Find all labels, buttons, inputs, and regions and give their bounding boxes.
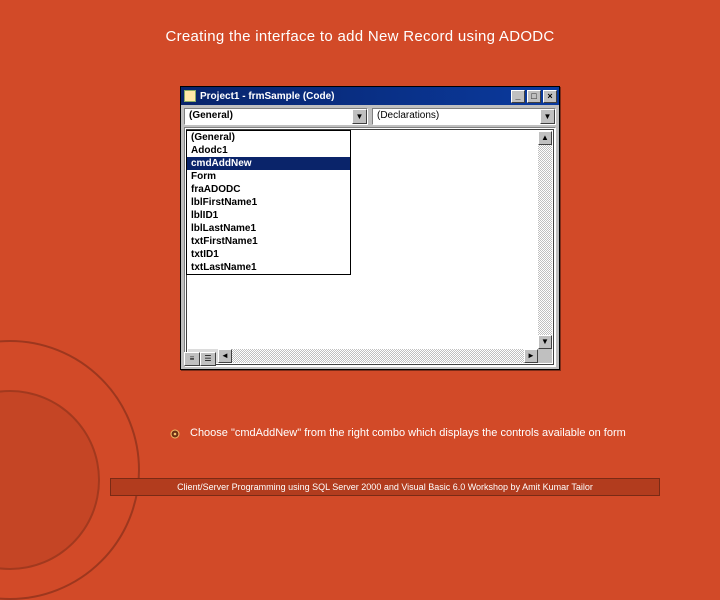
combo-row: (General) ▼ (Declarations) ▼ bbox=[181, 105, 559, 127]
procedure-view-button[interactable]: ≡ bbox=[184, 352, 200, 366]
dropdown-item[interactable]: (General) bbox=[187, 131, 350, 144]
code-window: Project1 - frmSample (Code) _ □ × (Gener… bbox=[180, 86, 560, 370]
object-combo-dropdown[interactable]: (General)Adodc1cmdAddNewFormfraADODClblF… bbox=[186, 130, 351, 275]
scroll-v-track[interactable] bbox=[538, 145, 552, 335]
footer-text: Client/Server Programming using SQL Serv… bbox=[110, 478, 660, 496]
instruction-text: Choose "cmdAddNew" from the right combo … bbox=[190, 427, 626, 439]
slide-title: Creating the interface to add New Record… bbox=[0, 28, 720, 45]
scroll-left-icon[interactable]: ◄ bbox=[218, 349, 232, 363]
dropdown-item[interactable]: txtFirstName1 bbox=[187, 235, 350, 248]
close-button[interactable]: × bbox=[543, 90, 557, 103]
object-combo[interactable]: (General) ▼ bbox=[184, 108, 368, 125]
titlebar[interactable]: Project1 - frmSample (Code) _ □ × bbox=[181, 87, 559, 105]
scroll-h-track[interactable] bbox=[232, 349, 524, 363]
view-tabs: ≡ ☰ bbox=[184, 352, 216, 366]
dropdown-item[interactable]: txtLastName1 bbox=[187, 261, 350, 274]
maximize-button[interactable]: □ bbox=[527, 90, 541, 103]
scroll-down-icon[interactable]: ▼ bbox=[538, 335, 552, 349]
editor-area: (General)Adodc1cmdAddNewFormfraADODClblF… bbox=[184, 127, 556, 367]
instruction-bullet: Choose "cmdAddNew" from the right combo … bbox=[170, 427, 680, 439]
horizontal-scrollbar[interactable]: ◄ ► bbox=[188, 349, 538, 363]
scroll-right-icon[interactable]: ► bbox=[524, 349, 538, 363]
object-combo-arrow-icon[interactable]: ▼ bbox=[352, 109, 367, 124]
dropdown-item[interactable]: fraADODC bbox=[187, 183, 350, 196]
form-icon bbox=[184, 90, 196, 102]
full-module-view-button[interactable]: ☰ bbox=[200, 352, 216, 366]
dropdown-item[interactable]: txtID1 bbox=[187, 248, 350, 261]
dropdown-item[interactable]: cmdAddNew bbox=[187, 157, 350, 170]
dropdown-item[interactable]: Form bbox=[187, 170, 350, 183]
vertical-scrollbar[interactable]: ▲ ▼ bbox=[538, 131, 552, 349]
procedure-combo-arrow-icon[interactable]: ▼ bbox=[540, 109, 555, 124]
window-title: Project1 - frmSample (Code) bbox=[200, 91, 511, 102]
dropdown-item[interactable]: Adodc1 bbox=[187, 144, 350, 157]
dropdown-item[interactable]: lblLastName1 bbox=[187, 222, 350, 235]
scroll-up-icon[interactable]: ▲ bbox=[538, 131, 552, 145]
dropdown-item[interactable]: lblID1 bbox=[187, 209, 350, 222]
procedure-combo[interactable]: (Declarations) ▼ bbox=[372, 108, 556, 125]
minimize-button[interactable]: _ bbox=[511, 90, 525, 103]
code-editor[interactable]: (General)Adodc1cmdAddNewFormfraADODClblF… bbox=[186, 129, 554, 365]
dropdown-item[interactable]: lblFirstName1 bbox=[187, 196, 350, 209]
procedure-combo-text: (Declarations) bbox=[373, 109, 540, 124]
scroll-corner bbox=[538, 349, 552, 363]
bullet-icon bbox=[170, 429, 180, 439]
object-combo-text: (General) bbox=[185, 109, 352, 124]
